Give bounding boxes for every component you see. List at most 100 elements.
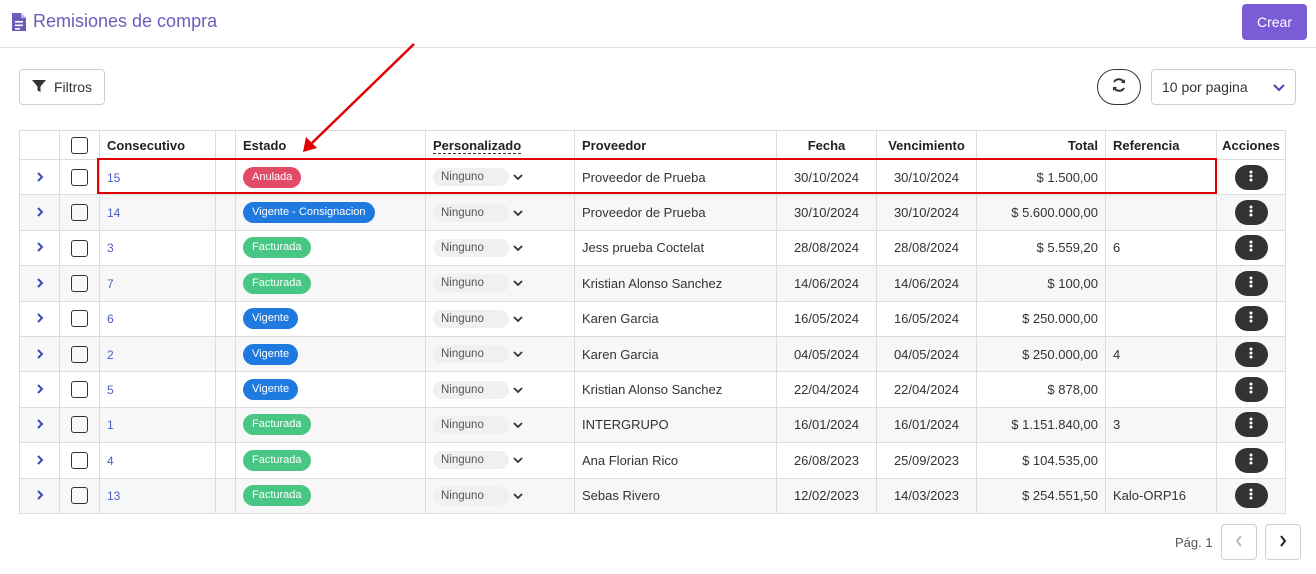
- row-actions-button[interactable]: [1234, 483, 1268, 509]
- kebab-icon: [1249, 453, 1253, 468]
- column-header-proveedor[interactable]: Proveedor: [574, 130, 777, 160]
- personalizado-header-label: Personalizado: [433, 137, 522, 154]
- personalizado-select[interactable]: Ninguno: [433, 238, 567, 257]
- consecutivo-link[interactable]: 1: [107, 418, 114, 432]
- refresh-button[interactable]: [1097, 69, 1141, 105]
- row-checkbox[interactable]: [71, 274, 88, 292]
- chevron-right-icon: [36, 347, 44, 362]
- consecutivo-link[interactable]: 3: [107, 241, 114, 255]
- acciones-cell: [1216, 335, 1286, 373]
- prev-page-button[interactable]: [1220, 524, 1257, 560]
- row-checkbox[interactable]: [71, 416, 88, 434]
- row-checkbox[interactable]: [71, 168, 88, 186]
- total-cell: $ 254.551,50: [976, 477, 1106, 514]
- row-actions-button[interactable]: [1234, 164, 1268, 190]
- row-checkbox[interactable]: [71, 239, 88, 257]
- row-checkbox[interactable]: [71, 204, 88, 222]
- row-expand-button[interactable]: [19, 300, 60, 337]
- personalizado-value: Ninguno: [433, 451, 509, 470]
- proveedor-cell: Karen Garcia: [574, 335, 777, 373]
- chevron-down-icon: [513, 418, 523, 432]
- column-header-estado[interactable]: Estado: [235, 130, 426, 160]
- row-actions-button[interactable]: [1234, 235, 1268, 261]
- create-button[interactable]: Crear: [1242, 4, 1307, 40]
- per-page-select[interactable]: 10 por pagina: [1151, 69, 1296, 105]
- consecutivo-link[interactable]: 5: [107, 383, 114, 397]
- chevron-right-icon: [36, 240, 44, 255]
- personalizado-value: Ninguno: [433, 486, 509, 505]
- table-row: 1 Facturada Ninguno INTERGRUPO 16/01/202…: [19, 406, 1286, 444]
- chevron-right-icon: [36, 276, 44, 291]
- consecutivo-link[interactable]: 15: [107, 171, 120, 185]
- row-actions-button[interactable]: [1234, 200, 1268, 226]
- personalizado-select[interactable]: Ninguno: [433, 274, 567, 293]
- consecutivo-link[interactable]: 13: [107, 489, 120, 503]
- column-header-referencia[interactable]: Referencia: [1105, 130, 1217, 160]
- status-badge: Vigente: [243, 308, 299, 330]
- personalizado-select[interactable]: Ninguno: [433, 345, 567, 364]
- consecutivo-link[interactable]: 2: [107, 348, 114, 362]
- personalizado-value: Ninguno: [433, 380, 509, 399]
- filters-button[interactable]: Filtros: [19, 69, 105, 105]
- consecutivo-link[interactable]: 14: [107, 206, 120, 220]
- row-expand-button[interactable]: [19, 371, 60, 408]
- row-actions-button[interactable]: [1234, 447, 1268, 473]
- row-expand-button[interactable]: [19, 158, 60, 196]
- personalizado-cell: Ninguno: [425, 300, 575, 337]
- consecutivo-link[interactable]: 4: [107, 454, 114, 468]
- row-expand-button[interactable]: [19, 265, 60, 302]
- row-select-cell: [59, 406, 100, 444]
- row-expand-button[interactable]: [19, 477, 60, 514]
- column-header-vencimiento[interactable]: Vencimiento: [876, 130, 977, 160]
- consecutivo-cell: 6: [99, 300, 216, 337]
- row-expand-button[interactable]: [19, 229, 60, 267]
- personalizado-select[interactable]: Ninguno: [433, 486, 567, 505]
- row-expand-button[interactable]: [19, 406, 60, 444]
- estado-cell: Vigente: [235, 371, 426, 408]
- row-expand-button[interactable]: [19, 335, 60, 373]
- consecutivo-link[interactable]: 6: [107, 312, 114, 326]
- chevron-right-icon: [36, 453, 44, 468]
- personalizado-select[interactable]: Ninguno: [433, 309, 567, 328]
- consecutivo-cell: 15: [99, 158, 216, 196]
- consecutivo-link[interactable]: 7: [107, 277, 114, 291]
- column-header-total[interactable]: Total: [976, 130, 1106, 160]
- total-cell: $ 1.500,00: [976, 158, 1106, 196]
- spacer-cell: [215, 300, 236, 337]
- row-actions-button[interactable]: [1234, 412, 1268, 438]
- personalizado-select[interactable]: Ninguno: [433, 168, 567, 187]
- personalizado-select[interactable]: Ninguno: [433, 451, 567, 470]
- column-header-personalizado[interactable]: Personalizado: [425, 130, 575, 160]
- estado-cell: Vigente: [235, 300, 426, 337]
- row-actions-button[interactable]: [1234, 341, 1268, 367]
- column-header-fecha[interactable]: Fecha: [776, 130, 877, 160]
- fecha-cell: 30/10/2024: [776, 158, 877, 196]
- row-actions-button[interactable]: [1234, 306, 1268, 332]
- next-page-button[interactable]: [1264, 524, 1301, 560]
- estado-cell: Facturada: [235, 406, 426, 444]
- personalizado-select[interactable]: Ninguno: [433, 380, 567, 399]
- personalizado-select[interactable]: Ninguno: [433, 415, 567, 434]
- spacer-cell: [215, 194, 236, 231]
- column-header-consecutivo[interactable]: Consecutivo: [99, 130, 216, 160]
- proveedor-cell: Karen Garcia: [574, 300, 777, 337]
- acciones-cell: [1216, 406, 1286, 444]
- purchase-remissions-table: Consecutivo Estado Personalizado Proveed…: [19, 130, 1286, 514]
- row-actions-button[interactable]: [1234, 270, 1268, 296]
- estado-cell: Vigente - Consignacion: [235, 194, 426, 231]
- row-checkbox[interactable]: [71, 451, 88, 469]
- row-checkbox[interactable]: [71, 345, 88, 363]
- table-row: 15 Anulada Ninguno Proveedor de Prueba 3…: [19, 158, 1286, 196]
- personalizado-select[interactable]: Ninguno: [433, 203, 567, 222]
- row-actions-button[interactable]: [1234, 377, 1268, 403]
- status-badge: Facturada: [243, 272, 311, 294]
- row-expand-button[interactable]: [19, 194, 60, 231]
- row-checkbox[interactable]: [71, 487, 88, 505]
- fecha-cell: 16/05/2024: [776, 300, 877, 337]
- row-checkbox[interactable]: [71, 381, 88, 399]
- select-all-checkbox[interactable]: [71, 136, 88, 154]
- chevron-right-icon: [1279, 534, 1287, 550]
- chevron-down-icon: [513, 206, 523, 220]
- row-expand-button[interactable]: [19, 442, 60, 479]
- row-checkbox[interactable]: [71, 310, 88, 328]
